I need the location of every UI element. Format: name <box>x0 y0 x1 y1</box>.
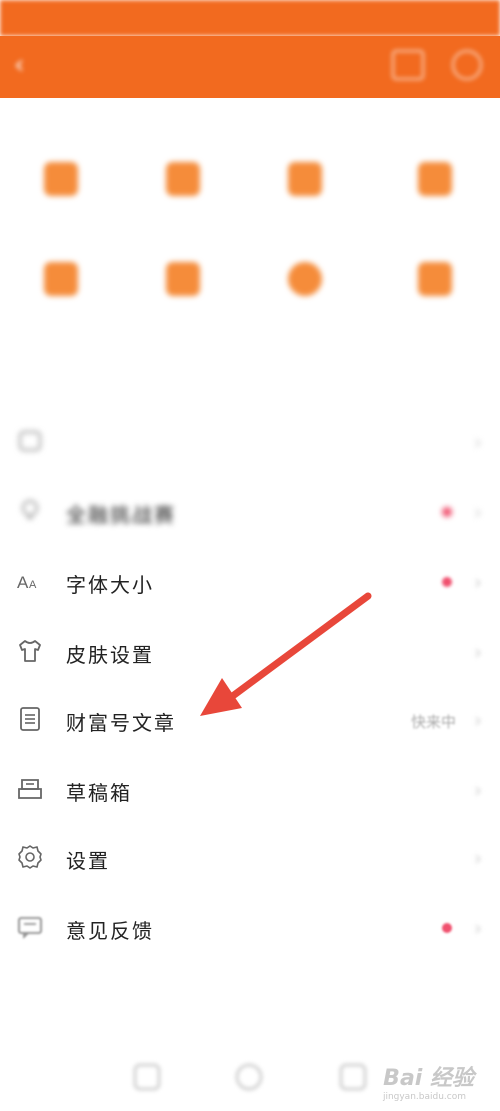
notification-dot <box>442 923 452 933</box>
drafts-icon <box>18 779 42 799</box>
chevron-right-icon: › <box>474 916 482 940</box>
svg-text:A: A <box>17 573 29 592</box>
list-row-wealth-article[interactable]: 财富号文章 快来中 › <box>0 690 500 750</box>
service-item[interactable] <box>380 262 490 310</box>
list-row-skin[interactable]: 皮肤设置 › <box>0 622 500 682</box>
chevron-right-icon: › <box>474 640 482 664</box>
tab-icon[interactable] <box>340 1064 366 1090</box>
svg-text:A: A <box>29 579 37 591</box>
row-label: 皮肤设置 <box>66 643 154 667</box>
list-row-drafts[interactable]: 草稿箱 › <box>0 760 500 820</box>
list-row-1[interactable]: 全融挑战赛 › <box>0 482 500 542</box>
tab-icon[interactable] <box>134 1064 160 1090</box>
row-label: 意见反馈 <box>66 919 154 943</box>
service-item[interactable] <box>250 162 360 210</box>
service-icon <box>288 262 322 296</box>
status-bar <box>0 0 500 36</box>
service-item[interactable] <box>250 262 360 310</box>
row-label: 全融挑战赛 <box>66 503 176 527</box>
gear-icon <box>18 845 42 869</box>
service-icon <box>44 262 78 296</box>
list-row-font-size[interactable]: A A 字体大小 › <box>0 552 500 612</box>
notification-dot <box>442 507 452 517</box>
shirt-icon <box>19 640 41 662</box>
service-item[interactable] <box>6 162 116 210</box>
page: ‹ › 全融挑战赛 › A A 字体大小 › 皮肤设置 › 财富号文章 快来中 … <box>0 0 500 1111</box>
service-item[interactable] <box>128 162 238 210</box>
chevron-right-icon: › <box>474 708 482 732</box>
service-item[interactable] <box>128 262 238 310</box>
watermark-url: jingyan.baidu.com <box>382 1092 466 1102</box>
nav-bar: ‹ <box>0 36 500 98</box>
service-icon <box>288 162 322 196</box>
row-label: 字体大小 <box>66 573 154 597</box>
row-value: 快来中 <box>410 713 456 731</box>
chevron-right-icon: › <box>474 846 482 870</box>
font-size-icon: A A <box>17 573 37 592</box>
watermark-logo: Bai 经验 <box>383 1066 474 1091</box>
chevron-right-icon: › <box>474 570 482 594</box>
list-row-settings[interactable]: 设置 › <box>0 828 500 888</box>
service-icon <box>418 262 452 296</box>
list-row-0[interactable]: › <box>0 412 500 472</box>
chevron-right-icon: › <box>474 778 482 802</box>
document-icon <box>20 707 40 731</box>
service-icon <box>166 262 200 296</box>
back-button[interactable]: ‹ <box>14 50 74 82</box>
service-icon <box>418 162 452 196</box>
tab-icon[interactable] <box>236 1064 262 1090</box>
settings-round-icon[interactable] <box>452 50 482 80</box>
bulb-icon <box>22 500 38 519</box>
row-label: 设置 <box>66 849 110 873</box>
chevron-right-icon: › <box>474 430 482 454</box>
service-item[interactable] <box>380 162 490 210</box>
back-icon: ‹ <box>14 50 25 80</box>
service-item[interactable] <box>6 262 116 310</box>
layers-icon <box>19 431 41 451</box>
notification-dot <box>442 577 452 587</box>
feedback-icon <box>18 917 42 939</box>
row-label: 草稿箱 <box>66 781 132 805</box>
message-icon[interactable] <box>392 50 424 80</box>
service-icon <box>44 162 78 196</box>
row-label: 财富号文章 <box>66 711 176 735</box>
chevron-right-icon: › <box>474 500 482 524</box>
list-row-feedback[interactable]: 意见反馈 › <box>0 898 500 958</box>
service-icon <box>166 162 200 196</box>
